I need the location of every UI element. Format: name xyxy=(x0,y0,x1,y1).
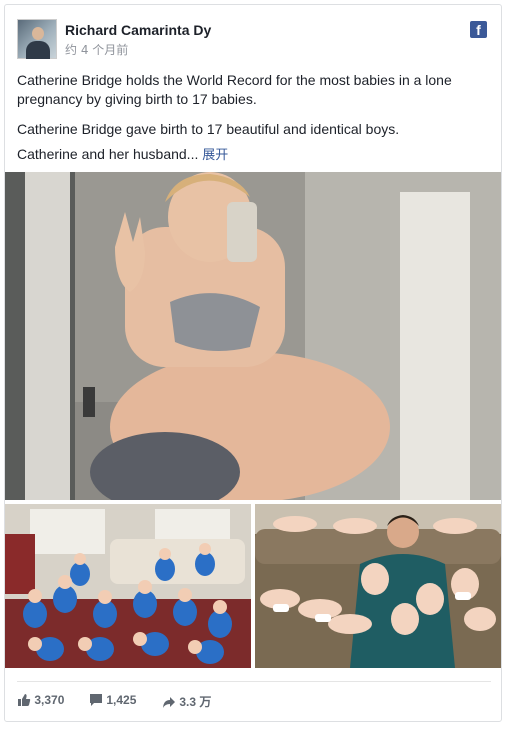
share-stat[interactable]: 3.3 万 xyxy=(162,693,211,710)
comment-count: 1,425 xyxy=(106,693,137,707)
post-paragraph-2: Catherine Bridge gave birth to 17 beauti… xyxy=(17,121,400,137)
like-count: 3,370 xyxy=(34,693,65,707)
babies-room-photo[interactable] xyxy=(5,504,251,668)
main-photo-illustration xyxy=(5,172,501,500)
facebook-logo-icon[interactable]: f xyxy=(470,21,487,38)
author-avatar[interactable] xyxy=(17,19,57,59)
avatar-head xyxy=(32,27,44,40)
main-photo[interactable] xyxy=(5,172,501,500)
post-paragraph-3-text: Catherine and her husband... xyxy=(17,146,199,162)
post-paragraph-1: Catherine Bridge holds the World Record … xyxy=(17,72,452,107)
author-name[interactable]: Richard Camarinta Dy xyxy=(65,22,211,38)
post-timestamp[interactable]: 约 4 个月前 xyxy=(65,41,128,58)
father-babies-illustration xyxy=(255,504,501,668)
father-babies-photo[interactable] xyxy=(255,504,501,668)
comment-icon xyxy=(90,694,102,706)
share-arrow-icon xyxy=(163,697,175,708)
babies-room-illustration xyxy=(5,504,251,668)
share-count: 3.3 万 xyxy=(179,695,212,709)
post-paragraph-3: Catherine and her husband... 展开 xyxy=(17,145,491,165)
comment-stat[interactable]: 1,425 xyxy=(89,693,136,707)
thumbs-up-icon xyxy=(18,694,31,706)
see-more-link[interactable]: 展开 xyxy=(202,148,228,163)
avatar-body xyxy=(26,41,50,59)
like-stat[interactable]: 3,370 xyxy=(17,693,64,707)
stats-divider xyxy=(17,681,491,682)
facebook-post-card: Richard Camarinta Dy 约 4 个月前 f Catherine… xyxy=(4,4,502,722)
post-header: Richard Camarinta Dy 约 4 个月前 f xyxy=(17,19,491,63)
